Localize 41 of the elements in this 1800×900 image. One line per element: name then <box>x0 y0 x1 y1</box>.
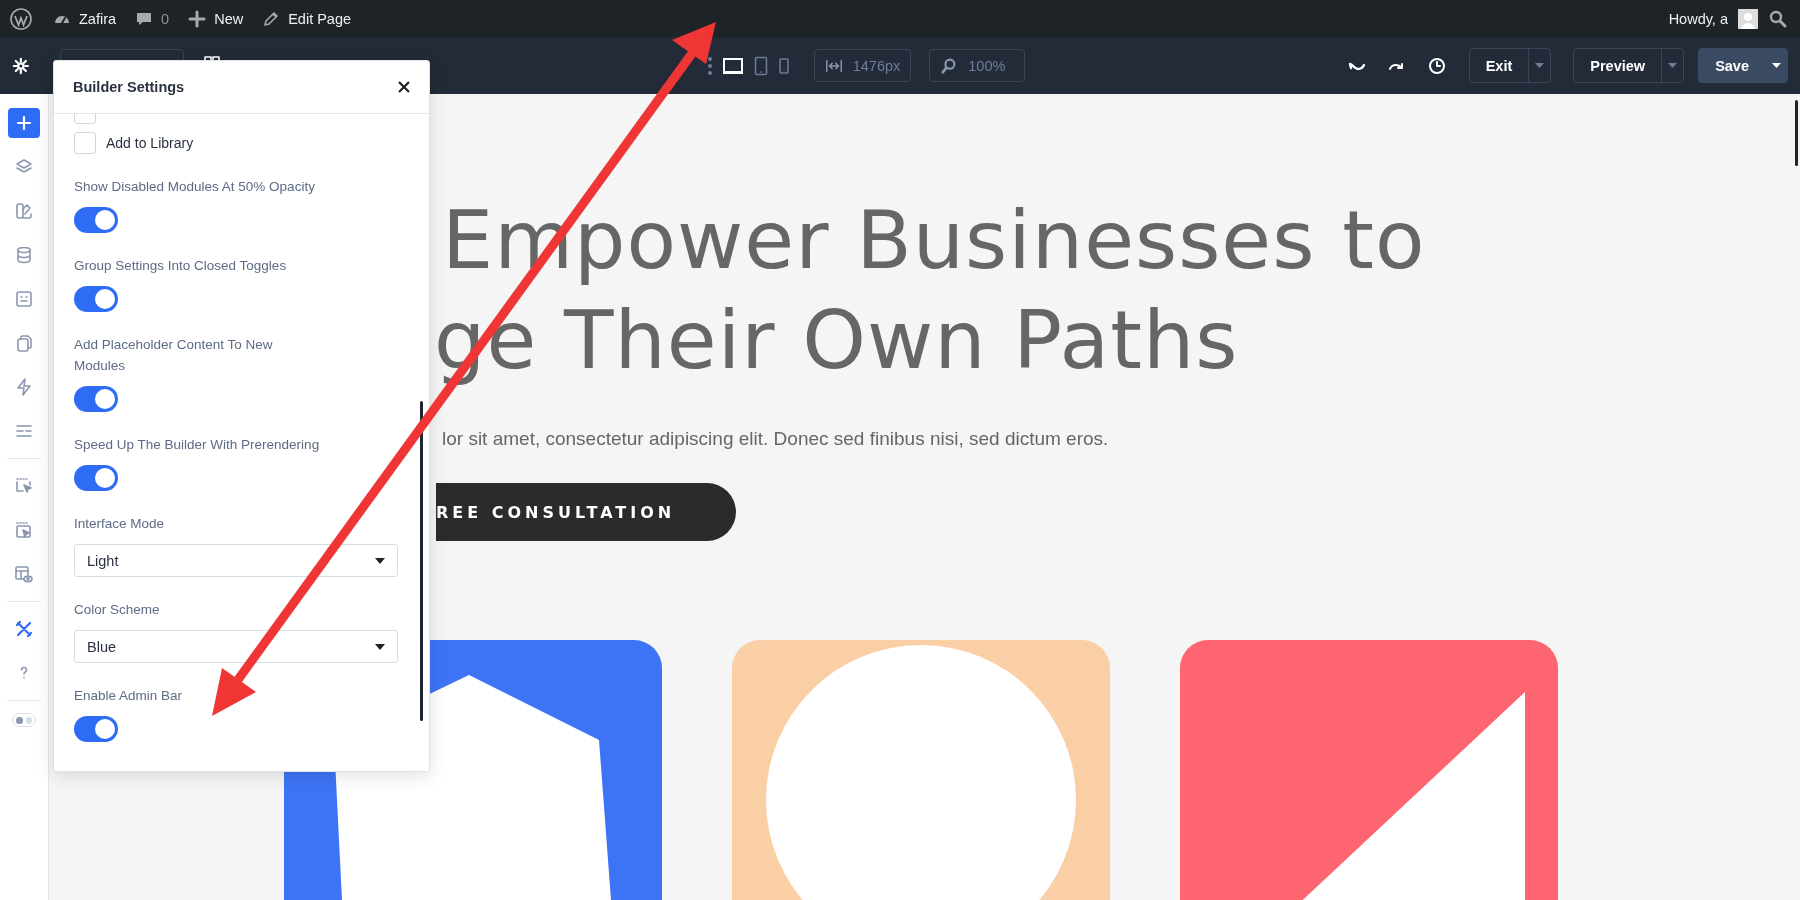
desktop-icon[interactable] <box>721 55 744 76</box>
toggle-switch[interactable] <box>74 716 118 742</box>
dropdown-arrow-icon <box>375 557 385 564</box>
history-icon[interactable] <box>1426 55 1447 76</box>
toggle-switch[interactable] <box>74 386 118 412</box>
edit-page-link[interactable]: Edit Page <box>288 10 352 27</box>
setting-label: Speed Up The Builder With Prerendering <box>74 436 321 454</box>
hero-text: lor sit amet, consectetur adipiscing elit. Donec sed finibus nisi, sed dictum eros. <box>442 428 1110 450</box>
phone-icon[interactable] <box>777 56 790 75</box>
toggle-switch[interactable] <box>74 286 118 312</box>
greeting-link[interactable]: Howdy, a <box>1668 10 1728 27</box>
cta-button[interactable]: REE CONSULTATION <box>436 483 736 541</box>
setting-label: Add Placeholder Content To New Modules <box>74 336 274 375</box>
checkbox[interactable] <box>74 132 96 154</box>
setting-label: Group Settings Into Closed Toggles <box>74 257 288 275</box>
setting-label: Color Scheme <box>74 601 161 619</box>
avatar-icon[interactable] <box>1738 8 1758 29</box>
comment-count[interactable]: 0 <box>161 10 170 27</box>
toggle-switch[interactable] <box>74 207 118 233</box>
setting-label: Show Disabled Modules At 50% Opacity <box>74 178 316 196</box>
scrollbar[interactable] <box>1795 100 1798 166</box>
panel-title: Builder Settings <box>73 79 185 95</box>
setting-label: Interface Mode <box>74 515 166 533</box>
more-icon[interactable] <box>707 56 712 75</box>
select-field[interactable]: Blue <box>74 630 398 663</box>
wordpress-logo-icon[interactable] <box>10 7 32 30</box>
site-name-link[interactable]: Zafira <box>79 10 117 27</box>
toggle-switch[interactable] <box>74 465 118 491</box>
setting-label: Enable Admin Bar <box>74 687 184 705</box>
checkbox-label: Add to Library <box>106 135 194 151</box>
plus-icon[interactable] <box>187 8 208 29</box>
add-icon[interactable] <box>8 108 40 138</box>
settings-icon[interactable] <box>12 55 30 76</box>
dropdown-arrow-icon <box>375 643 385 650</box>
tablet-icon[interactable] <box>753 55 768 76</box>
search-icon[interactable] <box>1768 8 1788 29</box>
new-link[interactable]: New <box>214 10 244 27</box>
select-field[interactable]: Light <box>74 544 398 577</box>
caret-icon[interactable] <box>1771 63 1781 68</box>
close-icon[interactable] <box>397 80 411 94</box>
scrollbar[interactable] <box>420 401 423 721</box>
